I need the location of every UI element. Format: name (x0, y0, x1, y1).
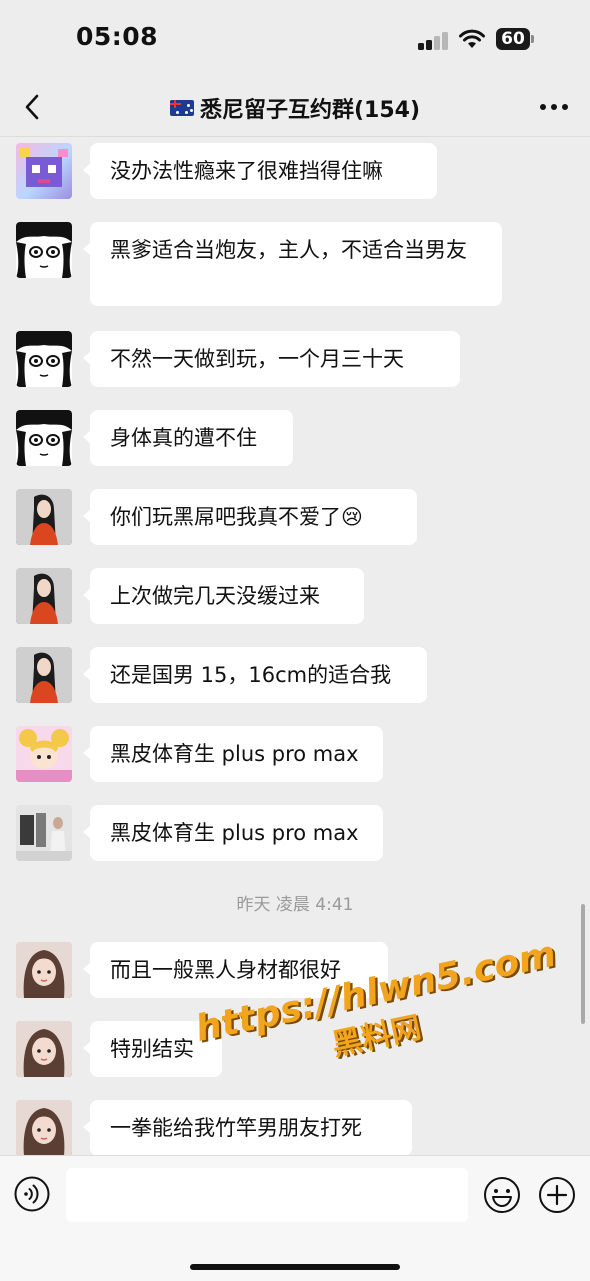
long-hair-girl-avatar[interactable] (16, 489, 72, 545)
message-bubble[interactable]: 还是国男 15，16cm的适合我 (83, 647, 427, 703)
manga-girl-avatar[interactable] (16, 410, 72, 466)
message-bubble[interactable]: 你们玩黑屌吧我真不爱了😢 (83, 489, 417, 545)
manga-girl-avatar[interactable] (16, 331, 72, 387)
battery-icon: 60 (496, 28, 536, 50)
home-indicator (190, 1264, 400, 1270)
chat-header: 悉尼留子互约群(154) (0, 80, 590, 137)
message-bubble[interactable]: 黑皮体育生 plus pro max (83, 726, 383, 782)
australia-flag-icon (169, 100, 194, 116)
pixel-art-avatar[interactable] (16, 143, 72, 199)
more-options-icon[interactable] (540, 104, 568, 112)
status-bar: 05:08 60 (0, 0, 590, 80)
cellular-signal-icon (418, 32, 450, 50)
sailor-moon-avatar[interactable] (16, 726, 72, 782)
message-bubble[interactable]: 黑爹适合当炮友，主人，不适合当男友 (83, 222, 502, 306)
status-time: 05:08 (76, 22, 159, 51)
input-bar (0, 1155, 590, 1281)
message-bubble[interactable]: 一拳能给我竹竿男朋友打死 (83, 1100, 412, 1155)
manga-girl-avatar[interactable] (16, 222, 72, 278)
selfie-girl-avatar[interactable] (16, 1100, 72, 1155)
long-hair-girl-avatar[interactable] (16, 568, 72, 624)
message-input[interactable] (66, 1168, 468, 1222)
chat-title-text: 悉尼留子互约群(154) (199, 98, 421, 123)
scrollbar[interactable] (581, 904, 585, 1024)
message-bubble[interactable]: 身体真的遭不住 (83, 410, 293, 466)
battery-level: 60 (496, 28, 530, 50)
message-bubble[interactable]: 黑皮体育生 plus pro max (83, 805, 383, 861)
room-photo-avatar[interactable] (16, 805, 72, 861)
chat-title[interactable]: 悉尼留子互约群(154) (0, 92, 590, 124)
message-bubble[interactable]: 没办法性瘾来了很难挡得住嘛 (83, 143, 437, 199)
selfie-girl-avatar[interactable] (16, 1021, 72, 1077)
selfie-girl-avatar[interactable] (16, 942, 72, 998)
long-hair-girl-avatar[interactable] (16, 647, 72, 703)
emoji-icon[interactable] (483, 1176, 521, 1214)
add-icon[interactable] (538, 1176, 576, 1214)
voice-input-icon[interactable] (14, 1176, 50, 1212)
message-bubble[interactable]: 不然一天做到玩，一个月三十天 (83, 331, 460, 387)
message-bubble[interactable]: 上次做完几天没缓过来 (83, 568, 364, 624)
wifi-icon (459, 29, 485, 48)
chat-timestamp: 昨天 凌晨 4:41 (236, 895, 354, 915)
